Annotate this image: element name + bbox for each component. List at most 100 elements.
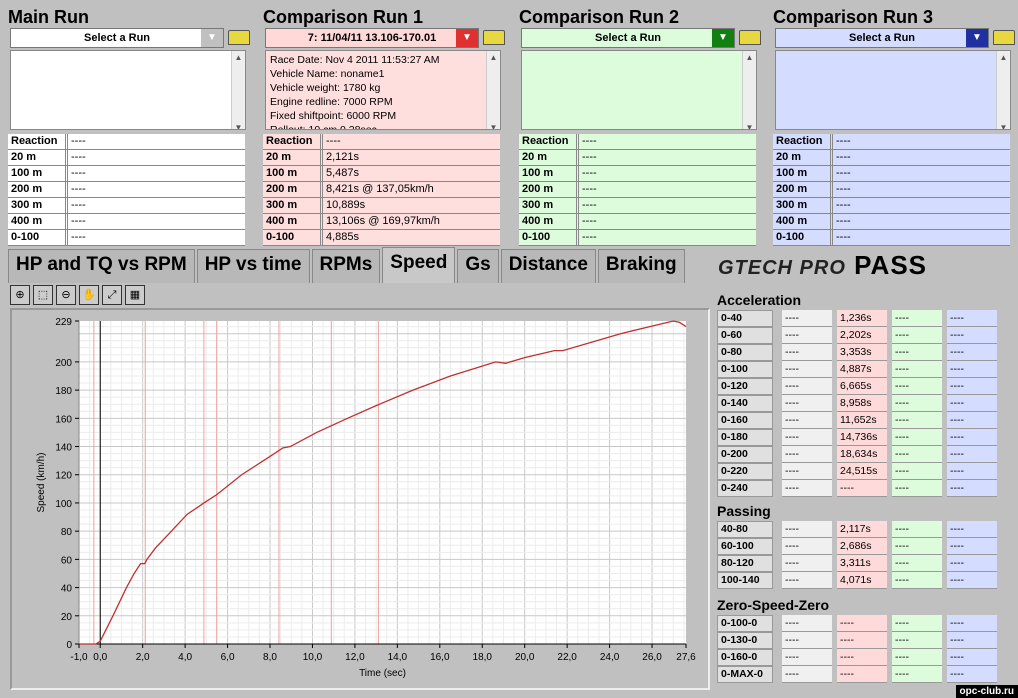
run-1-value: 1,236s	[837, 310, 887, 327]
run-0-value: ----	[782, 327, 832, 344]
logo-brand: GTECH PRO	[718, 257, 846, 279]
tab-speed[interactable]: Speed	[382, 247, 456, 283]
table-row: 20 m ----	[773, 150, 1010, 166]
chevron-down-icon[interactable]: ▼	[456, 29, 478, 47]
chevron-down-icon[interactable]: ▼	[966, 29, 988, 47]
metric-button[interactable]: 0-100-0	[717, 615, 773, 632]
metric-button[interactable]: 0-120	[717, 378, 773, 395]
metric-button[interactable]: 0-80	[717, 344, 773, 361]
tab-rpms[interactable]: RPMs	[311, 249, 381, 283]
table-row: Reaction ----	[773, 134, 1010, 150]
x-tick-label: 26,0	[642, 652, 662, 663]
row-value: ----	[582, 231, 597, 243]
metric-button[interactable]: 0-240	[717, 480, 773, 497]
run-0-value: ----	[782, 615, 832, 632]
scrollbar[interactable]: ▲ ▼	[742, 51, 756, 129]
run-title: Main Run	[8, 7, 89, 27]
run-info-box[interactable]: Race Date: Nov 4 2011 11:53:27 AM Vehicle…	[265, 50, 501, 130]
run-info-box[interactable]: ▲ ▼	[521, 50, 757, 130]
tab-hp-and-tq-vs-rpm[interactable]: HP and TQ vs RPM	[8, 249, 195, 283]
tab-braking[interactable]: Braking	[597, 249, 685, 283]
run-info-box[interactable]: ▲ ▼	[10, 50, 246, 130]
tab-gs[interactable]: Gs	[457, 249, 499, 283]
metric-button[interactable]: 0-130-0	[717, 632, 773, 649]
open-folder-icon[interactable]	[993, 30, 1015, 45]
row-label: 300 m	[773, 198, 833, 213]
scrollbar[interactable]: ▲ ▼	[996, 51, 1010, 129]
table-row: 100-140 ---- 4,071s ---- ----	[717, 572, 1007, 589]
run-2-value: ----	[892, 521, 942, 538]
scrollbar[interactable]: ▲ ▼	[231, 51, 245, 129]
run-0-value: ----	[782, 310, 832, 327]
y-tick-label: 100	[55, 499, 72, 510]
y-axis-label: Speed (km/h)	[36, 452, 47, 512]
pan-hand-icon[interactable]: ✋	[79, 285, 99, 305]
run-1-value: 3,311s	[837, 555, 887, 572]
x-tick-label: 0,0	[93, 652, 107, 663]
metric-button[interactable]: 0-160	[717, 412, 773, 429]
run-select-value: Select a Run	[83, 32, 151, 44]
run-info-box[interactable]: ▲ ▼	[775, 50, 1011, 130]
table-row: Reaction ----	[263, 134, 500, 150]
scrollbar[interactable]: ▲ ▼	[486, 51, 500, 129]
zoom-rect-icon[interactable]: ⬚	[33, 285, 53, 305]
speed-chart[interactable]: -1,0 0,0 2,0 4,0 6,0 8,0 10,0 12,0 14,0 16,0 18,0 2…	[12, 310, 708, 688]
run-select-dropdown[interactable]: Select a Run ▼	[10, 28, 224, 48]
zoom-in-icon[interactable]: ⊕	[10, 285, 30, 305]
run-info-line: Engine redline: 7000 RPM	[270, 96, 393, 108]
run-info-line: Race Date: Nov 4 2011 11:53:27 AM	[270, 54, 440, 66]
metric-button[interactable]: 60-100	[717, 538, 773, 555]
table-row: 200 m ----	[8, 182, 245, 198]
run-0-value: ----	[782, 649, 832, 666]
run-2-value: ----	[892, 412, 942, 429]
metric-button[interactable]: 0-MAX-0	[717, 666, 773, 683]
run-select-dropdown[interactable]: 7: 11/04/11 13.106-170.01 ▼	[265, 28, 479, 48]
metric-button[interactable]: 0-220	[717, 463, 773, 480]
run-results-table: Reaction ---- 20 m ---- 100 m ---- 200 m ---- 30…	[8, 134, 245, 246]
metric-button[interactable]: 0-40	[717, 310, 773, 327]
run-0-value: ----	[782, 446, 832, 463]
run-0-value: ----	[782, 666, 832, 683]
metric-button[interactable]: 80-120	[717, 555, 773, 572]
metric-button[interactable]: 0-200	[717, 446, 773, 463]
run-2-value: ----	[892, 446, 942, 463]
row-value: 13,106s @ 169,97km/h	[326, 215, 440, 227]
row-value: ----	[836, 135, 851, 147]
row-value: ----	[71, 231, 86, 243]
metric-button[interactable]: 0-180	[717, 429, 773, 446]
run-select-dropdown[interactable]: Select a Run ▼	[521, 28, 735, 48]
row-label: 200 m	[8, 182, 68, 197]
metric-button[interactable]: 0-100	[717, 361, 773, 378]
metric-button[interactable]: 40-80	[717, 521, 773, 538]
fit-icon[interactable]: ⤢	[102, 285, 122, 305]
run-0-value: ----	[782, 632, 832, 649]
tab-distance[interactable]: Distance	[500, 249, 596, 283]
x-tick-label: 22,0	[557, 652, 577, 663]
table-row: 100 m 5,487s	[263, 166, 500, 182]
open-folder-icon[interactable]	[739, 30, 761, 45]
run-select-dropdown[interactable]: Select a Run ▼	[775, 28, 989, 48]
tab-hp-vs-time[interactable]: HP vs time	[196, 249, 310, 283]
chevron-down-icon[interactable]: ▼	[712, 29, 734, 47]
run-panel-0: Main Run Select a Run ▼ ▲ ▼ Reaction ---- 20 m-…	[8, 6, 250, 246]
metric-button[interactable]: 100-140	[717, 572, 773, 589]
zoom-out-icon[interactable]: ⊖	[56, 285, 76, 305]
x-tick-label: 16,0	[430, 652, 450, 663]
open-folder-icon[interactable]	[228, 30, 250, 45]
chevron-down-icon[interactable]: ▼	[201, 29, 223, 47]
row-label: Reaction	[519, 134, 579, 149]
row-label: 300 m	[8, 198, 68, 213]
run-3-value: ----	[947, 463, 997, 480]
table-row: 0-160 ---- 11,652s ---- ----	[717, 412, 1007, 429]
grid-icon[interactable]: ▦	[125, 285, 145, 305]
metric-button[interactable]: 0-60	[717, 327, 773, 344]
x-tick-label: 12,0	[345, 652, 365, 663]
run-3-value: ----	[947, 395, 997, 412]
open-folder-icon[interactable]	[483, 30, 505, 45]
x-tick-label: 6,0	[221, 652, 235, 663]
metric-button[interactable]: 0-160-0	[717, 649, 773, 666]
metric-button[interactable]: 0-140	[717, 395, 773, 412]
run-select-value: Select a Run	[848, 32, 916, 44]
row-value: 2,121s	[326, 151, 360, 163]
table-row: 0-160-0 ---- ---- ---- ----	[717, 649, 1007, 666]
